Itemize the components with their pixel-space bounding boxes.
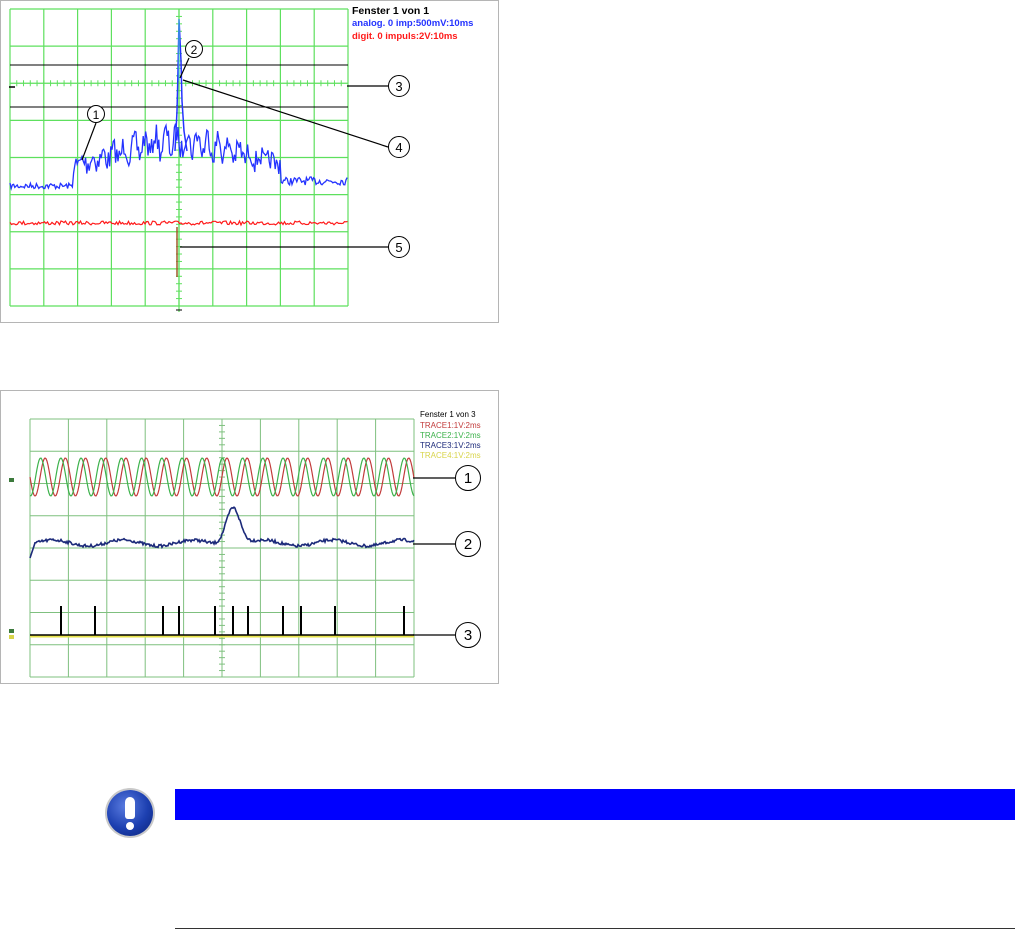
- scope2-trace-1-label: TRACE1:1V:2ms: [420, 421, 481, 430]
- oscilloscope-screen-2: Fenster 1 von 3 TRACE1:1V:2ms TRACE2:1V:…: [0, 390, 499, 684]
- scope1-plot: [9, 8, 349, 312]
- scope1-channel-digital: digit. 0 impuls:2V:10ms: [352, 31, 458, 42]
- scope2-channel-marker-3-box: [9, 629, 14, 633]
- oscilloscope-screen-1: Fenster 1 von 1 analog. 0 imp:500mV:10ms…: [0, 0, 499, 323]
- scope1-callout-3: 3: [388, 75, 410, 97]
- scope1-channel-analog: analog. 0 imp:500mV:10ms: [352, 18, 474, 29]
- scope2-trace-4-label: TRACE4:1V:2ms: [420, 451, 481, 460]
- scope2-channel-marker-4-box: [9, 635, 14, 639]
- scope1-callout-1: 1: [87, 105, 105, 123]
- scope2-callout-3: 3: [455, 622, 481, 648]
- scope2-callout-1: 1: [455, 465, 481, 491]
- scope1-callout-2: 2: [185, 40, 203, 58]
- note-bottom-rule: [175, 928, 1015, 929]
- exclamation-icon: [107, 790, 153, 836]
- note-header-bar: [175, 789, 1015, 820]
- scope2-trace-2-label: TRACE2:1V:2ms: [420, 431, 481, 440]
- scope1-callout-4: 4: [388, 136, 410, 158]
- scope2-trace-3-label: TRACE3:1V:2ms: [420, 441, 481, 450]
- scope1-callout-5: 5: [388, 236, 410, 258]
- scope2-channel-marker-1-box: [9, 478, 14, 482]
- scope1-window-title: Fenster 1 von 1: [352, 5, 430, 17]
- scope2-callout-2: 2: [455, 531, 481, 557]
- scope2-window-title: Fenster 1 von 3: [420, 410, 476, 419]
